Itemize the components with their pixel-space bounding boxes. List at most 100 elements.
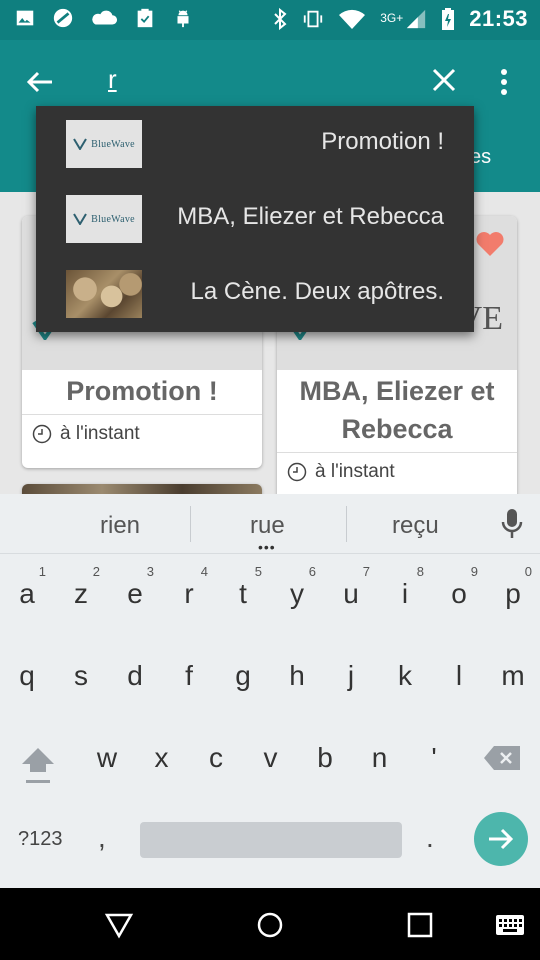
key[interactable]: o9 — [432, 564, 486, 610]
key[interactable]: e3 — [108, 564, 162, 610]
bluewave-logo-text: BlueWave — [91, 213, 135, 225]
card-timestamp: à l'instant — [277, 453, 517, 491]
key[interactable]: k — [378, 660, 432, 692]
timestamp-text: à l'instant — [60, 423, 140, 444]
key[interactable]: b — [298, 742, 352, 774]
key[interactable]: ' — [407, 742, 461, 774]
back-arrow-icon[interactable] — [24, 66, 56, 98]
key-letter: a — [19, 578, 35, 609]
bluewave-logo: BlueWave — [66, 120, 142, 168]
wifi-icon — [339, 9, 366, 29]
recents-icon[interactable] — [405, 910, 435, 940]
bluetooth-icon — [274, 7, 287, 31]
key-letter: p — [505, 578, 521, 609]
key[interactable]: u7 — [324, 564, 378, 610]
suggestion-item[interactable]: BlueWave MBA, Eliezer et Rebecca — [36, 181, 474, 256]
network-type: 3G+ — [380, 11, 404, 25]
enter-button[interactable] — [474, 812, 528, 866]
back-icon[interactable] — [104, 910, 134, 940]
card-timestamp: à l'instant — [22, 415, 262, 453]
key[interactable]: m — [486, 660, 540, 692]
symbols-key[interactable]: ?123 — [18, 828, 63, 851]
key[interactable]: i8 — [378, 564, 432, 610]
key-letter: r — [184, 578, 194, 609]
search-suggestions-dropdown: BlueWave Promotion ! BlueWave MBA, Eliez… — [36, 106, 474, 332]
more-vert-icon[interactable] — [494, 66, 514, 98]
timestamp-text: à l'instant — [315, 461, 395, 482]
key[interactable]: f — [162, 660, 216, 692]
key[interactable]: z2 — [54, 564, 108, 610]
key-number-hint: 5 — [254, 564, 262, 579]
bluewave-v-icon — [73, 138, 87, 150]
space-bar[interactable] — [140, 822, 402, 858]
key-letter: t — [239, 578, 247, 609]
key[interactable]: j — [324, 660, 378, 692]
key-letter: z — [74, 578, 88, 609]
key[interactable]: t5 — [216, 564, 270, 610]
suggestion-label: MBA, Eliezer et Rebecca — [177, 203, 444, 230]
key-number-hint: 0 — [524, 564, 532, 579]
key-number-hint: 8 — [416, 564, 424, 579]
card-title: Promotion ! — [22, 370, 262, 415]
key[interactable]: y6 — [270, 564, 324, 610]
battery-icon — [442, 8, 455, 30]
key[interactable]: v — [244, 742, 298, 774]
key[interactable]: c — [189, 742, 243, 774]
key[interactable]: r4 — [162, 564, 216, 610]
microphone-icon[interactable] — [500, 506, 524, 542]
key[interactable]: d — [108, 660, 162, 692]
suggestion-item[interactable]: La Cène. Deux apôtres. — [36, 256, 474, 331]
suggestion-label: Promotion ! — [321, 128, 444, 155]
key[interactable]: g — [216, 660, 270, 692]
key-letter: i — [401, 578, 409, 609]
key-letter: o — [451, 578, 467, 609]
bluewave-logo: BlueWave — [66, 195, 142, 243]
word-suggestion[interactable]: rien — [100, 512, 140, 540]
key[interactable]: l — [432, 660, 486, 692]
key-letter: u — [343, 578, 359, 609]
period-key[interactable]: . — [426, 822, 434, 854]
divider — [346, 506, 347, 542]
word-suggestion[interactable]: rue — [250, 512, 285, 540]
close-icon[interactable] — [430, 66, 458, 94]
key-number-hint: 1 — [38, 564, 46, 579]
clock-icon — [287, 462, 307, 482]
comma-key[interactable]: , — [98, 822, 106, 854]
signal-icon — [407, 9, 426, 29]
image-icon — [16, 10, 34, 26]
key[interactable]: n — [353, 742, 407, 774]
keyboard-switch-icon[interactable] — [494, 910, 526, 940]
heart-icon[interactable] — [475, 230, 505, 258]
key[interactable]: x — [135, 742, 189, 774]
key-number-hint: 9 — [470, 564, 478, 579]
bluewave-v-icon — [73, 213, 87, 225]
no-entry-icon — [53, 8, 73, 28]
keyboard: a1z2e3r4t5y6u7i8o9p0 qsdfghjklm w x c v b n ' … — [0, 554, 540, 888]
clipboard-check-icon — [137, 8, 153, 28]
shift-icon[interactable] — [18, 744, 58, 788]
key[interactable]: p0 — [486, 564, 540, 610]
key[interactable]: w — [80, 742, 134, 774]
key-number-hint: 2 — [92, 564, 100, 579]
key[interactable]: s — [54, 660, 108, 692]
keyboard-suggestion-bar: rien rue reçu ••• — [0, 494, 540, 554]
key-number-hint: 6 — [308, 564, 316, 579]
clock-time: 21:53 — [469, 6, 528, 31]
cloud-icon — [92, 10, 118, 25]
word-suggestion[interactable]: reçu — [392, 512, 439, 540]
more-suggestions-dots: ••• — [258, 539, 276, 555]
android-icon — [177, 10, 189, 28]
suggestion-item[interactable]: BlueWave Promotion ! — [36, 106, 474, 181]
search-input[interactable]: r — [108, 64, 117, 95]
backspace-icon[interactable] — [482, 744, 522, 772]
fresco-thumbnail — [66, 270, 142, 318]
key[interactable]: q — [0, 660, 54, 692]
home-icon[interactable] — [255, 910, 285, 940]
key-number-hint: 7 — [362, 564, 370, 579]
key[interactable]: h — [270, 660, 324, 692]
clock-icon — [32, 424, 52, 444]
key[interactable]: a1 — [0, 564, 54, 610]
bluewave-logo-text: BlueWave — [91, 138, 135, 150]
key-letter: y — [290, 578, 304, 609]
vibrate-icon — [304, 10, 323, 28]
